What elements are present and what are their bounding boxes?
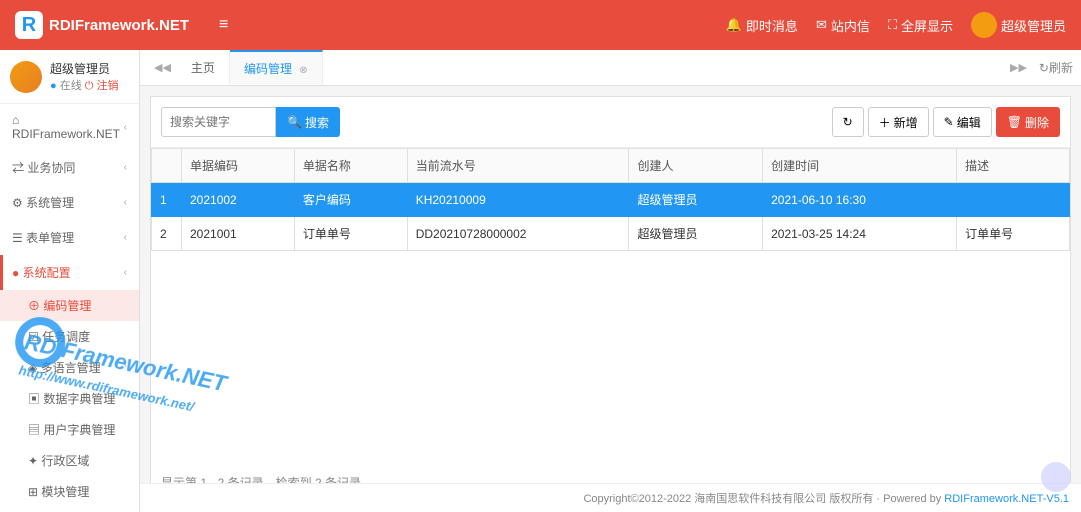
sidebar-item[interactable]: ⌂ RDIFramework.NET‹	[0, 104, 139, 150]
search-icon: 🔍	[287, 115, 302, 129]
chevron-left-icon: ‹	[124, 232, 127, 243]
brand-text: RDIFramework.NET	[49, 17, 189, 34]
sidebar-subitem[interactable]: ⊞ 模块管理	[0, 476, 139, 507]
trash-icon: 🗑	[1007, 115, 1022, 129]
table-cell: 超级管理员	[629, 217, 763, 251]
chevron-left-icon: ‹	[124, 122, 127, 133]
nav-inbox[interactable]: ✉站内信	[816, 16, 870, 35]
table-cell: 2021001	[182, 217, 295, 251]
sidebar-subitem[interactable]: ⊕ 编码管理	[0, 290, 139, 321]
logout-link[interactable]: ⏻ 注销	[85, 80, 119, 92]
sidebar-subitem[interactable]: ☑ 任务调度	[0, 321, 139, 352]
mail-icon: ✉	[816, 17, 827, 33]
sidebar-username: 超级管理员	[50, 60, 119, 77]
nav-user[interactable]: 超级管理员	[971, 12, 1066, 38]
sidebar-item[interactable]: ● 系统配置‹	[0, 255, 139, 290]
table-header[interactable]	[152, 149, 182, 183]
table-row[interactable]: 22021001订单单号DD20210728000002超级管理员2021-03…	[152, 217, 1070, 251]
delete-button[interactable]: 🗑删除	[996, 107, 1060, 137]
sidebar-item[interactable]: ⇄ 业务协同‹	[0, 150, 139, 185]
tab-home[interactable]: 主页	[177, 51, 230, 84]
avatar-icon	[971, 12, 997, 38]
table-cell: 订单单号	[957, 217, 1070, 251]
table-cell: 2	[152, 217, 182, 251]
tab-active[interactable]: 编码管理 ⊗	[230, 50, 323, 85]
table-cell: 订单单号	[294, 217, 407, 251]
table-cell: 客户编码	[294, 183, 407, 217]
table-cell: DD20210728000002	[407, 217, 629, 251]
footer: Copyright©2012-2022 海南国思软件科技有限公司 版权所有 · …	[140, 483, 1081, 512]
tab-prev-icon[interactable]: ◀◀	[148, 61, 177, 74]
table-cell: 超级管理员	[629, 183, 763, 217]
main-area: ◀◀ 主页 编码管理 ⊗ ▶▶ ↻刷新 🔍搜索 ↻ ＋新增 ✎编辑 🗑删除	[140, 50, 1081, 512]
sidebar-user-info: 超级管理员 ● 在线 ⏻ 注销	[0, 50, 139, 104]
status-dot-icon: ●	[50, 80, 57, 92]
sidebar-subitem[interactable]: ◈ 多语言管理 ‹	[0, 352, 139, 383]
chevron-left-icon: ‹	[124, 267, 127, 278]
table-cell: 2021002	[182, 183, 295, 217]
hamburger-icon[interactable]: ≡	[219, 16, 228, 34]
sidebar-status: ● 在线 ⏻ 注销	[50, 77, 119, 93]
table-cell: KH20210009	[407, 183, 629, 217]
toolbar: 🔍搜索 ↻ ＋新增 ✎编辑 🗑删除	[151, 97, 1070, 148]
user-avatar-icon	[10, 61, 42, 93]
table-header[interactable]: 描述	[957, 149, 1070, 183]
sidebar-subitem[interactable]: ✂ 表字段管理	[0, 507, 139, 512]
tab-next-icon[interactable]: ▶▶	[1004, 61, 1033, 74]
header-nav: 🔔即时消息 ✉站内信 ⛶全屏显示 超级管理员	[726, 12, 1066, 38]
chevron-left-icon: ‹	[124, 197, 127, 208]
refresh-button[interactable]: ↻	[832, 107, 864, 137]
table-header[interactable]: 单据名称	[294, 149, 407, 183]
chevron-left-icon: ‹	[124, 359, 127, 370]
chevron-left-icon: ‹	[124, 162, 127, 173]
table-cell: 1	[152, 183, 182, 217]
table-header[interactable]: 创建人	[629, 149, 763, 183]
table-header[interactable]: 当前流水号	[407, 149, 629, 183]
edit-button[interactable]: ✎编辑	[933, 107, 992, 137]
tabs-bar: ◀◀ 主页 编码管理 ⊗ ▶▶ ↻刷新	[140, 50, 1081, 86]
sidebar-item[interactable]: ☰ 表单管理‹	[0, 220, 139, 255]
plus-icon: ＋	[879, 114, 891, 131]
footer-link[interactable]: RDIFramework.NET-V5.1	[944, 493, 1069, 505]
brand-logo[interactable]: R RDIFramework.NET	[15, 11, 189, 39]
data-table: 单据编码单据名称当前流水号创建人创建时间描述 12021002客户编码KH202…	[151, 148, 1070, 251]
sidebar-subitem[interactable]: ▣ 数据字典管理	[0, 383, 139, 414]
sidebar-item[interactable]: ⚙ 系统管理‹	[0, 185, 139, 220]
table-row[interactable]: 12021002客户编码KH20210009超级管理员2021-06-10 16…	[152, 183, 1070, 217]
nav-fullscreen[interactable]: ⛶全屏显示	[888, 16, 953, 35]
sidebar-subitem[interactable]: ✦ 行政区域	[0, 445, 139, 476]
expand-icon: ⛶	[888, 17, 897, 33]
add-button[interactable]: ＋新增	[868, 107, 929, 137]
table-header[interactable]: 单据编码	[182, 149, 295, 183]
sidebar-subitem[interactable]: ▤ 用户字典管理	[0, 414, 139, 445]
tabs-refresh[interactable]: ↻刷新	[1039, 59, 1073, 76]
search-button[interactable]: 🔍搜索	[276, 107, 340, 137]
logo-icon: R	[15, 11, 43, 39]
scroll-top-button[interactable]	[1041, 462, 1071, 492]
table-cell: 2021-03-25 14:24	[763, 217, 957, 251]
top-header: R RDIFramework.NET ≡ 🔔即时消息 ✉站内信 ⛶全屏显示 超级…	[0, 0, 1081, 50]
table-cell	[957, 183, 1070, 217]
table-header[interactable]: 创建时间	[763, 149, 957, 183]
tab-close-icon[interactable]: ⊗	[299, 65, 307, 76]
nav-instant-msg[interactable]: 🔔即时消息	[726, 16, 798, 35]
content-panel: 🔍搜索 ↻ ＋新增 ✎编辑 🗑删除 单据编码单据名称当前流水号创建人创建时间描述…	[150, 96, 1071, 502]
table-cell: 2021-06-10 16:30	[763, 183, 957, 217]
pencil-icon: ✎	[944, 115, 954, 129]
sidebar: 超级管理员 ● 在线 ⏻ 注销 ⌂ RDIFramework.NET‹⇄ 业务协…	[0, 50, 140, 512]
search-input[interactable]	[161, 107, 276, 137]
bell-icon: 🔔	[726, 17, 742, 33]
